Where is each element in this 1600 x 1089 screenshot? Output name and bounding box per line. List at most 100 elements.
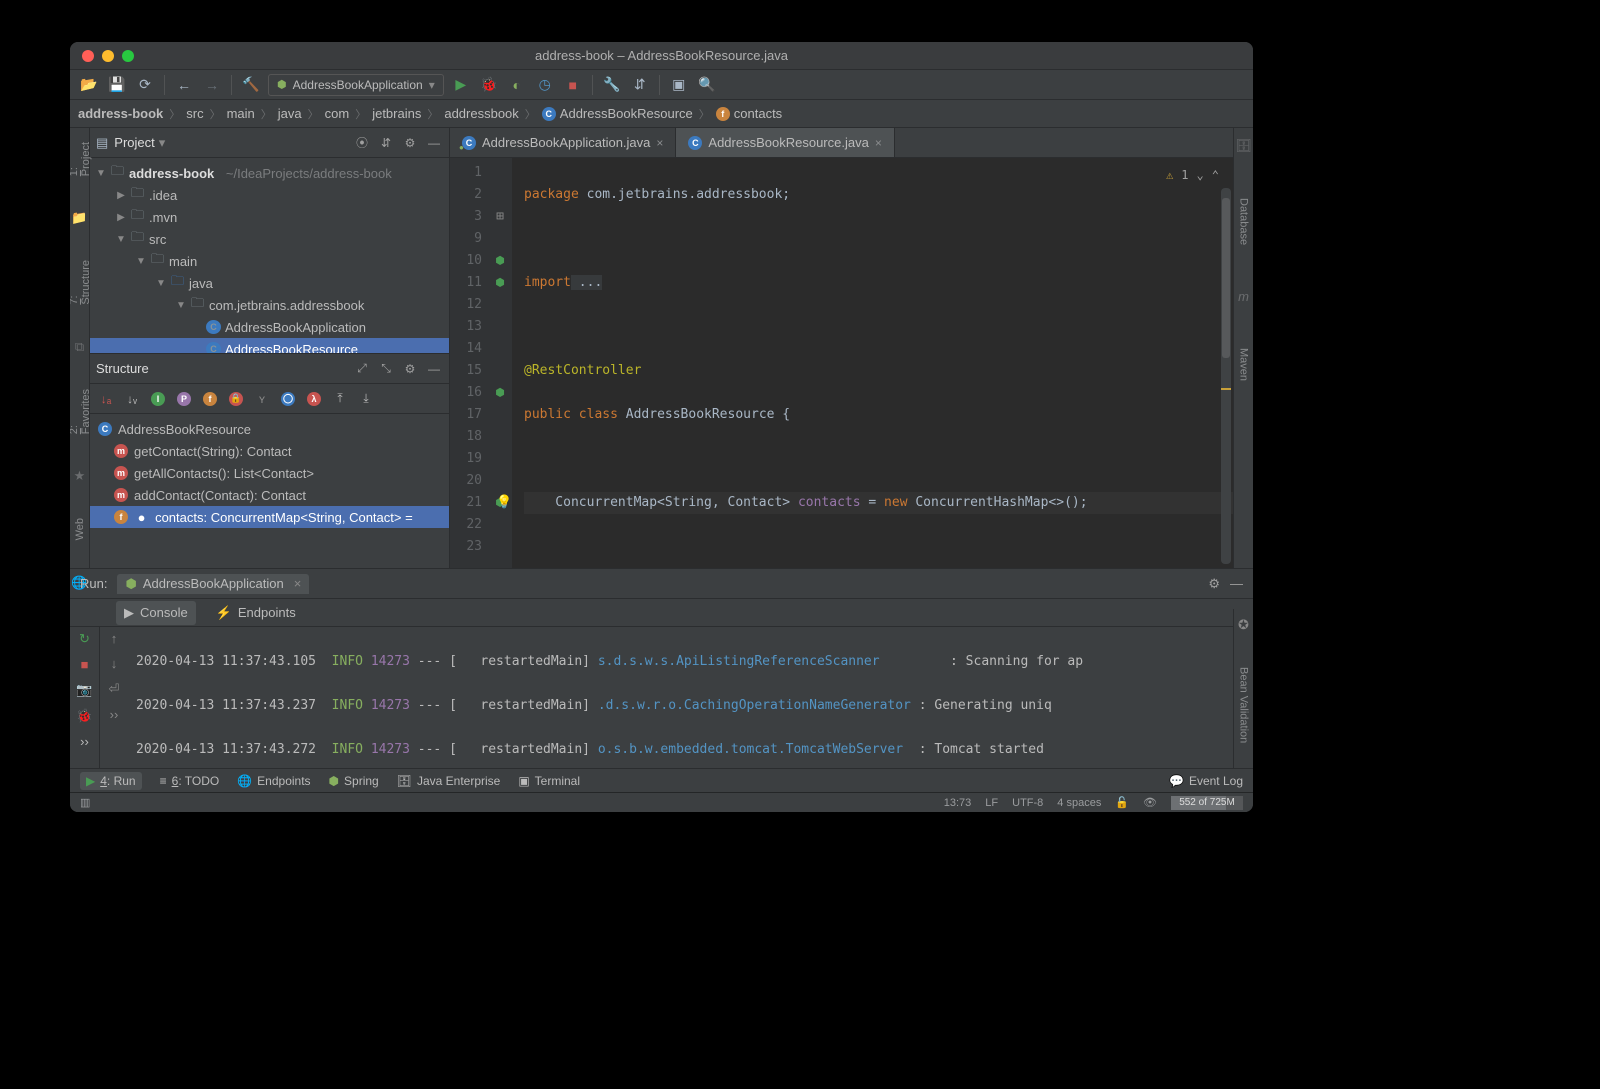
show-interface-icon[interactable]: I: [148, 389, 168, 409]
show-anonymous-icon[interactable]: ◯: [278, 389, 298, 409]
crumb-class[interactable]: CAddressBookResource: [542, 106, 712, 122]
show-properties-icon[interactable]: P: [174, 389, 194, 409]
show-nonpublic-icon[interactable]: 🔒: [226, 389, 246, 409]
spring-bean-icon[interactable]: ⬢: [488, 272, 512, 294]
intention-bulb-icon[interactable]: 💡: [496, 492, 512, 514]
close-icon[interactable]: ×: [656, 136, 663, 150]
gear-icon[interactable]: ⚙: [401, 360, 419, 378]
tree-src[interactable]: ▼🗀src: [90, 228, 449, 250]
inspect-icon[interactable]: 👁: [1143, 796, 1157, 809]
show-fields-icon[interactable]: f: [200, 389, 220, 409]
tree-idea[interactable]: ▶🗀.idea: [90, 184, 449, 206]
build-icon[interactable]: 🔨: [240, 74, 262, 96]
editor-body[interactable]: 1239 10111213 14151617 18192021 2223 ⊞ ⬢…: [450, 158, 1233, 568]
editor-scrollbar[interactable]: [1221, 188, 1231, 564]
coverage-icon[interactable]: ◐: [506, 74, 528, 96]
bottom-tab-endpoints[interactable]: 🌐Endpoints: [237, 774, 310, 788]
bottom-tab-jee[interactable]: 🗄Java Enterprise: [397, 774, 501, 788]
run-config-tab[interactable]: ⬢AddressBookApplication×: [117, 574, 309, 594]
status-encoding[interactable]: UTF-8: [1012, 797, 1043, 809]
close-icon[interactable]: ×: [875, 136, 882, 150]
right-tab-maven[interactable]: Maven: [1236, 344, 1252, 385]
tree-app-class[interactable]: CAddressBookApplication: [90, 316, 449, 338]
structure-method[interactable]: mgetAllContacts(): List<Contact>: [90, 462, 449, 484]
bug-icon[interactable]: 🐞: [76, 708, 92, 724]
save-icon[interactable]: 💾: [106, 74, 128, 96]
left-tab-structure[interactable]: 7: Structure: [70, 256, 94, 309]
crumb-project[interactable]: address-book: [78, 106, 182, 122]
lock-icon[interactable]: 🔓: [1115, 796, 1129, 809]
structure-tree[interactable]: CAddressBookResource mgetContact(String)…: [90, 414, 449, 568]
debug-icon[interactable]: 🐞: [478, 74, 500, 96]
wrench-icon[interactable]: 🔧: [601, 74, 623, 96]
project-panel-title[interactable]: Project ▾: [114, 135, 347, 151]
status-caret[interactable]: 13:73: [944, 797, 972, 809]
crumb-addressbook[interactable]: addressbook: [444, 106, 537, 122]
minimize-window-button[interactable]: [102, 50, 114, 62]
forward-icon[interactable]: →: [201, 74, 223, 96]
right-tab-database[interactable]: Database: [1236, 194, 1252, 249]
structure-method[interactable]: mgetContact(String): Contact: [90, 440, 449, 462]
close-window-button[interactable]: [82, 50, 94, 62]
chevron-down-icon[interactable]: ⌄: [1197, 164, 1204, 186]
up-icon[interactable]: ↑: [111, 631, 118, 646]
crumb-main[interactable]: main: [227, 106, 274, 122]
stop-icon[interactable]: ■: [81, 657, 89, 672]
code-editor[interactable]: package com.jetbrains.addressbook; impor…: [512, 158, 1233, 568]
tool-windows-icon[interactable]: ▥: [80, 796, 90, 809]
tree-resource-class[interactable]: CAddressBookResource: [90, 338, 449, 353]
endpoints-tab[interactable]: ⚡Endpoints: [208, 601, 304, 625]
left-tab-project[interactable]: 1: Project: [70, 138, 94, 180]
wrap-icon[interactable]: ⏎: [109, 681, 120, 697]
left-tab-web[interactable]: Web: [72, 514, 88, 544]
more-icon[interactable]: ››: [110, 707, 119, 722]
spring-bean-icon[interactable]: ⬢: [488, 250, 512, 272]
tree-package[interactable]: ▼🗀com.jetbrains.addressbook: [90, 294, 449, 316]
sort-alpha-icon[interactable]: ↓ₐ: [96, 389, 116, 409]
gear-icon[interactable]: ⚙: [1208, 576, 1220, 592]
run-icon[interactable]: ▶: [450, 74, 472, 96]
memory-indicator[interactable]: 552 of 725M: [1171, 796, 1243, 810]
chevron-up-icon[interactable]: ⌃: [1212, 164, 1219, 186]
autoscroll-to-icon[interactable]: ⤒: [330, 389, 350, 409]
sort-visibility-icon[interactable]: ↓ᵥ: [122, 389, 142, 409]
editor-tab-app[interactable]: CAddressBookApplication.java×: [450, 128, 676, 157]
bottom-tab-spring[interactable]: ⬢Spring: [329, 774, 379, 788]
structure-method[interactable]: maddContact(Contact): Contact: [90, 484, 449, 506]
scrollbar-thumb[interactable]: [1222, 198, 1230, 358]
status-indent[interactable]: 4 spaces: [1057, 797, 1101, 809]
console-output[interactable]: 2020-04-13 11:37:43.105 INFO 14273 --- […: [128, 627, 1253, 768]
autoscroll-from-icon[interactable]: ⤓: [356, 389, 376, 409]
crumb-java[interactable]: java: [278, 106, 321, 122]
stop-icon[interactable]: ■: [562, 74, 584, 96]
camera-icon[interactable]: 📷: [76, 682, 92, 698]
rerun-icon[interactable]: ↻: [79, 631, 90, 647]
bottom-tab-eventlog[interactable]: 💬Event Log: [1169, 774, 1243, 788]
hide-icon[interactable]: —: [425, 134, 443, 152]
editor-tab-resource[interactable]: CAddressBookResource.java×: [676, 128, 894, 157]
sync-icon[interactable]: ⟳: [134, 74, 156, 96]
crumb-src[interactable]: src: [186, 106, 222, 122]
update-icon[interactable]: ⇵: [629, 74, 651, 96]
crumb-jetbrains[interactable]: jetbrains: [372, 106, 440, 122]
editor-inspections[interactable]: ⚠1 ⌄ ⌃: [1166, 164, 1219, 186]
tree-root[interactable]: ▼🗀address-book ~/IdeaProjects/address-bo…: [90, 162, 449, 184]
tree-main[interactable]: ▼🗀main: [90, 250, 449, 272]
right-tab-bean[interactable]: Bean Validation: [1236, 663, 1252, 747]
collapse-all-icon[interactable]: ⤡: [377, 360, 395, 378]
profile-icon[interactable]: ◷: [534, 74, 556, 96]
bottom-tab-terminal[interactable]: ▣Terminal: [518, 774, 580, 788]
left-tab-favorites[interactable]: 2: Favorites: [70, 385, 94, 438]
run-anything-icon[interactable]: ▣: [668, 74, 690, 96]
tree-mvn[interactable]: ▶🗀.mvn: [90, 206, 449, 228]
spring-bean-icon[interactable]: ⬢: [488, 382, 512, 404]
expand-all-icon[interactable]: ⤢: [353, 360, 371, 378]
gear-icon[interactable]: ⚙: [401, 134, 419, 152]
more-icon[interactable]: ››: [80, 734, 89, 749]
hide-icon[interactable]: —: [1230, 576, 1243, 591]
bottom-tab-run[interactable]: ▶4: Run: [80, 772, 142, 790]
structure-field[interactable]: f ● contacts: ConcurrentMap<String, Cont…: [90, 506, 449, 528]
open-icon[interactable]: 📂: [78, 74, 100, 96]
hide-icon[interactable]: —: [425, 360, 443, 378]
console-tab[interactable]: ▶Console: [116, 601, 196, 625]
